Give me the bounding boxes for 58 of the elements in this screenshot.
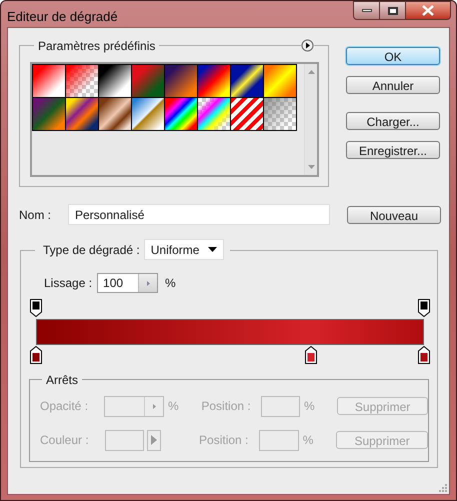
gradient-preset-swatch[interactable] [198, 98, 230, 130]
scroll-up-icon[interactable] [308, 70, 314, 74]
gradient-preset-swatch[interactable] [33, 65, 65, 97]
name-label: Nom : [19, 206, 52, 224]
close-button[interactable] [406, 1, 451, 20]
window-title: Editeur de dégradé [7, 8, 118, 26]
gradient-preset-swatch[interactable] [132, 65, 164, 97]
gradient-preset-swatch[interactable] [99, 98, 131, 130]
position-label: Position : [199, 432, 250, 449]
gradient-preset-swatch[interactable] [165, 98, 197, 130]
menu-arrow-icon[interactable] [301, 39, 314, 52]
gradient-preset-swatch[interactable] [198, 65, 230, 97]
gradient-preset-swatch[interactable] [33, 98, 65, 130]
spin-arrow-button[interactable] [138, 274, 158, 292]
percent-unit: % [302, 432, 314, 449]
arrow-icon [152, 404, 156, 408]
dialog-button[interactable]: OK [346, 47, 440, 65]
gradient-preset-swatch[interactable] [66, 98, 98, 130]
smoothness-label: Lissage : [44, 275, 92, 292]
dialog-button[interactable]: Charger... [346, 112, 440, 130]
gradient-preset-swatch[interactable] [165, 65, 197, 97]
scroll-down-icon[interactable] [308, 165, 314, 169]
color-stop-handle[interactable] [30, 346, 42, 364]
gradient-preset-swatch[interactable] [264, 98, 296, 130]
arrow-icon [151, 435, 158, 445]
group-title: Arrêts [46, 372, 78, 389]
percent-unit: % [168, 398, 180, 415]
name-field[interactable]: Personnalisé [68, 204, 330, 225]
stop-field-label: Couleur : [40, 432, 90, 449]
stop-field-label: Opacité : [40, 398, 90, 415]
gradient-preset-swatch[interactable] [99, 65, 131, 97]
opacity-stop-handle[interactable] [418, 299, 430, 317]
dropdown-arrow-icon [208, 247, 218, 252]
new-button[interactable]: Nouveau [347, 206, 441, 224]
smoothness-field[interactable]: 100 [97, 273, 158, 293]
opacity-stop-handle[interactable] [30, 299, 42, 317]
arrow-icon [146, 280, 150, 286]
gradient-preset-swatch[interactable] [231, 98, 263, 130]
gradient-type-dropdown[interactable]: Uniforme [144, 239, 224, 260]
gradient-preset-swatch[interactable] [264, 65, 296, 97]
percent-unit: % [304, 398, 316, 415]
gradient-preset-swatch[interactable] [66, 65, 98, 97]
gradient-preset-swatch[interactable] [132, 98, 164, 130]
color-stop-handle[interactable] [418, 346, 430, 364]
maximize-button[interactable] [380, 1, 406, 20]
gradient-preset-swatch[interactable] [231, 65, 263, 97]
arrow-button[interactable] [146, 430, 162, 450]
minimize-button[interactable] [353, 1, 380, 20]
percent-unit: % [165, 275, 176, 292]
group-title: Paramètres prédéfinis [38, 38, 156, 55]
dialog-button[interactable]: Enregistrer... [346, 141, 440, 159]
position-label: Position : [201, 398, 252, 415]
scrollbar[interactable] [304, 64, 317, 175]
color-stop-handle[interactable] [305, 346, 318, 364]
close-icon [422, 5, 434, 16]
dialog-button[interactable]: Annuler [346, 76, 440, 94]
gradient-type-label: Type de dégradé : [43, 242, 140, 258]
resize-grip-icon[interactable] [438, 483, 447, 492]
